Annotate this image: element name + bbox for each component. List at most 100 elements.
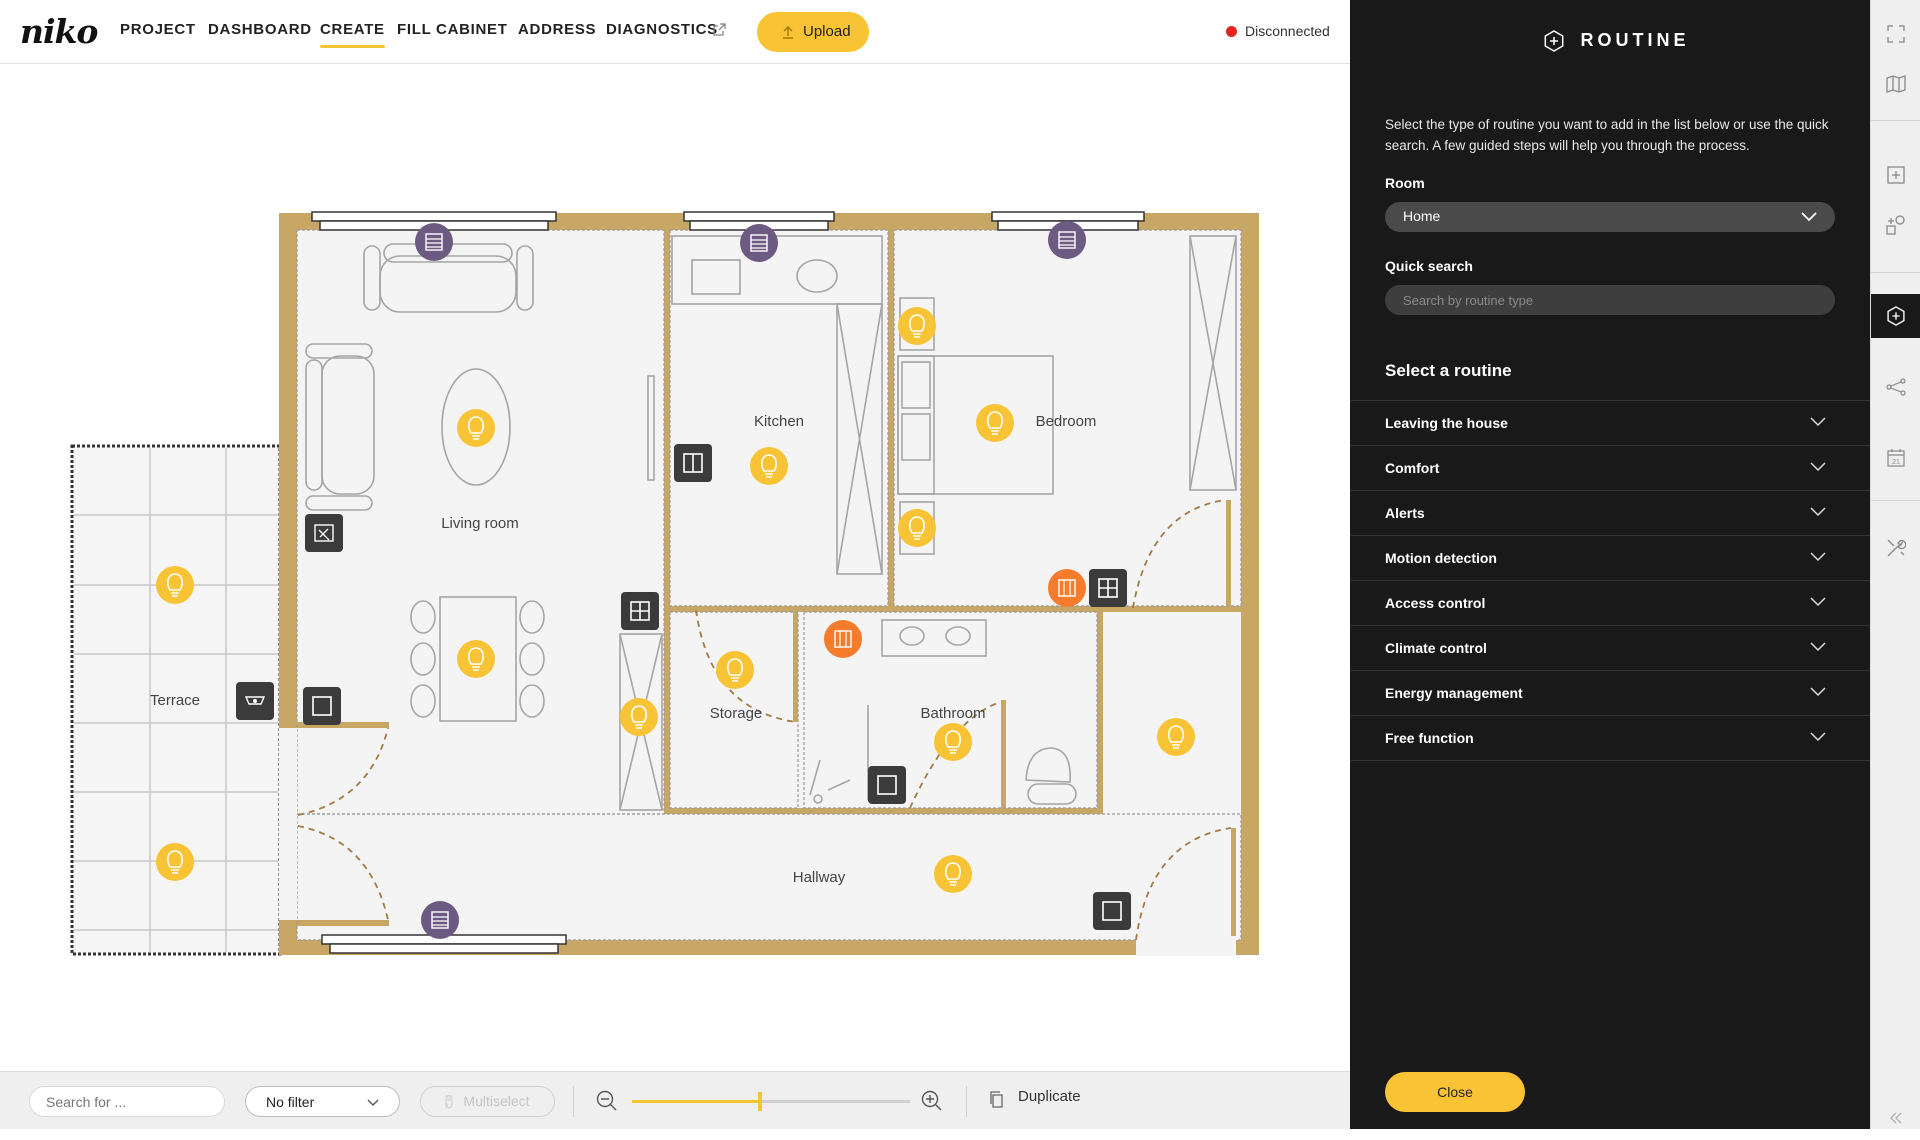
upload-button[interactable]: Upload [757,12,869,52]
routine-item[interactable]: Climate control [1350,626,1870,671]
chevron-down-icon [1801,212,1817,222]
nav-create[interactable]: CREATE [320,21,385,48]
divider [1871,272,1920,273]
quick-search-input[interactable] [1385,285,1835,315]
routine-item[interactable]: Access control [1350,581,1870,626]
sunblind-motor-icon[interactable] [420,900,460,940]
switch-icon[interactable] [302,686,342,726]
light-icon[interactable] [749,446,789,486]
routine-item[interactable]: Motion detection [1350,536,1870,581]
zoom-slider-thumb[interactable] [757,1092,762,1111]
quad-switch-icon[interactable] [1088,568,1128,608]
switch-icon[interactable] [1092,891,1132,931]
niko-logo[interactable]: niko [20,12,98,51]
light-icon[interactable] [456,408,496,448]
connection-status-dot [1226,26,1237,37]
divider [1871,120,1920,121]
light-icon[interactable] [933,854,973,894]
quad-switch-icon[interactable] [620,591,660,631]
routine-item-label: Motion detection [1385,550,1497,566]
collapse-icon[interactable] [1871,1096,1920,1140]
heating-icon[interactable] [823,619,863,659]
quick-search-label: Quick search [1385,258,1473,274]
right-rail: 21 [1870,0,1920,1129]
sunblind-motor-icon[interactable] [739,223,779,263]
panel-title: ROUTINE [1580,30,1690,50]
add-device-icon[interactable] [1871,153,1920,197]
floorplan-canvas[interactable]: Living room Kitchen Bedroom Terrace Stor… [0,64,1350,1071]
search-input[interactable] [29,1086,225,1117]
sunblind-motor-icon[interactable] [1047,220,1087,260]
routine-item-label: Free function [1385,730,1474,746]
zoom-slider-fill [632,1100,760,1103]
panel-description: Select the type of routine you want to a… [1385,117,1829,153]
routine-item[interactable]: Alerts [1350,491,1870,536]
floorplan[interactable]: Living room Kitchen Bedroom Terrace Stor… [0,64,1350,1071]
multiselect-button[interactable]: Multiselect [420,1086,555,1117]
room-label-living-room: Living room [441,515,519,532]
hand-icon [445,1095,453,1109]
switch-icon[interactable] [867,765,907,805]
light-icon[interactable] [1156,717,1196,757]
routine-item[interactable]: Free function [1350,716,1870,761]
routine-item[interactable]: Energy management [1350,671,1870,716]
divider [1871,500,1920,501]
routine-item-label: Energy management [1385,685,1523,701]
room-label-bedroom: Bedroom [1036,413,1097,430]
chevron-down-icon [1810,642,1826,652]
duplicate-icon[interactable] [989,1091,1005,1109]
routine-item[interactable]: Comfort [1350,446,1870,491]
room-select[interactable]: Home [1385,202,1835,232]
heating-icon[interactable] [1047,568,1087,608]
divider [573,1086,574,1117]
zoom-slider[interactable] [632,1092,910,1111]
light-icon[interactable] [897,508,937,548]
add-shapes-icon[interactable] [1871,203,1920,247]
light-icon[interactable] [975,403,1015,443]
zoom-in-icon[interactable] [921,1090,943,1112]
connections-icon[interactable] [1871,365,1920,409]
chevron-down-icon [1810,687,1826,697]
light-icon[interactable] [619,697,659,737]
chevron-down-icon [1810,552,1826,562]
upload-label: Upload [803,23,851,40]
nav-project[interactable]: PROJECT [120,21,196,38]
light-icon[interactable] [715,650,755,690]
nav-dashboard[interactable]: DASHBOARD [208,21,312,38]
bottom-toolbar: No filter Multiselect Duplicate [0,1071,1350,1129]
routine-item[interactable]: Leaving the house [1350,401,1870,446]
device-icon[interactable] [304,513,344,553]
routine-panel: ROUTINE Select the type of routine you w… [1350,0,1870,1129]
svg-text:21: 21 [1892,459,1900,466]
motion-sensor-icon[interactable] [235,681,275,721]
zoom-out-icon[interactable] [596,1090,618,1112]
tools-icon[interactable] [1871,526,1920,570]
fullscreen-icon[interactable] [1871,12,1920,56]
chevron-down-icon [1810,462,1826,472]
routine-item-label: Comfort [1385,460,1440,476]
calendar-icon[interactable]: 21 [1871,436,1920,480]
light-icon[interactable] [933,722,973,762]
double-switch-icon[interactable] [673,443,713,483]
map-icon[interactable] [1871,62,1920,106]
sunblind-motor-icon[interactable] [414,222,454,262]
routine-item-label: Alerts [1385,505,1425,521]
light-icon[interactable] [155,565,195,605]
light-icon[interactable] [456,639,496,679]
light-icon[interactable] [897,306,937,346]
top-bar: niko PROJECT DASHBOARD CREATE FILL CABIN… [0,0,1350,64]
light-icon[interactable] [155,842,195,882]
routine-add-icon[interactable] [1871,294,1920,338]
close-button[interactable]: Close [1385,1072,1525,1112]
external-link-icon[interactable] [713,23,726,36]
nav-address[interactable]: ADDRESS [518,21,596,38]
nav-fill-cabinet[interactable]: FILL CABINET [397,21,508,38]
filter-select[interactable]: No filter [245,1086,400,1117]
duplicate-button[interactable]: Duplicate [1018,1088,1081,1105]
routine-item-label: Leaving the house [1385,415,1508,431]
nav-diagnostics[interactable]: DIAGNOSTICS [606,21,718,38]
chevron-down-icon [1810,732,1826,742]
routine-item-label: Access control [1385,595,1486,611]
room-label-kitchen: Kitchen [754,413,804,430]
upload-icon [783,26,793,39]
